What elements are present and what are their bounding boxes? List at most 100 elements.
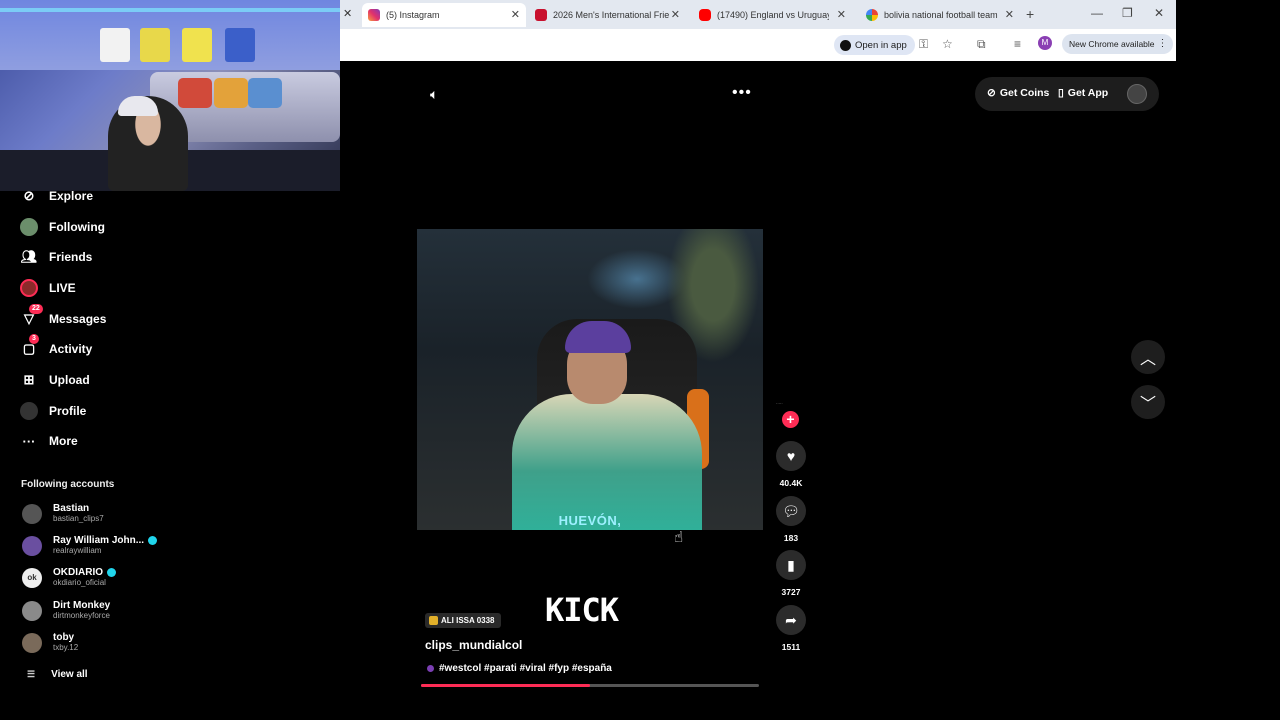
webcam-overlay: [0, 0, 340, 191]
activity-badge: 3: [29, 334, 39, 344]
browser-chrome: ✕ (5) Instagram ✕ 2026 Men's Internation…: [340, 0, 1176, 61]
browser-toolbar: Open in app ⚿ ☆ ⧉ ≡ M New Chrome availab…: [340, 29, 1176, 61]
following-accounts-title: Following accounts: [21, 479, 115, 490]
live-avatar-icon: [20, 279, 38, 297]
comment-icon: 💬︎: [776, 496, 806, 526]
tab-strip: ✕ (5) Instagram ✕ 2026 Men's Internation…: [340, 0, 1176, 29]
messages-badge: 22: [29, 304, 43, 314]
video-progress-bar[interactable]: [421, 684, 759, 687]
tab-google[interactable]: bolivia national football team ✕: [860, 3, 1020, 27]
tab-instagram[interactable]: (5) Instagram ✕: [362, 3, 526, 27]
close-icon[interactable]: ✕: [343, 7, 352, 20]
comment-count: 183: [783, 533, 799, 543]
share-button[interactable]: ➦ 1511: [775, 605, 807, 652]
more-options-icon[interactable]: •••: [732, 84, 752, 102]
chevron-up-icon: ︿: [1139, 351, 1156, 368]
open-in-app-button[interactable]: Open in app: [834, 35, 915, 55]
kebab-menu-icon[interactable]: ⋮: [1158, 34, 1168, 54]
youtube-icon: [699, 9, 711, 21]
verified-icon: [148, 536, 158, 545]
profile-avatar[interactable]: M: [1038, 36, 1052, 50]
new-chrome-available-button[interactable]: New Chrome available ⋮: [1062, 34, 1173, 54]
coin-icon: ⊘: [987, 87, 996, 99]
sidebar-item-upload[interactable]: ⊞ Upload: [20, 371, 90, 389]
save-count: 3727: [781, 587, 801, 597]
sidebar-item-more[interactable]: ··· More: [20, 432, 78, 450]
new-tab-icon[interactable]: +: [1026, 6, 1034, 22]
list-icon: ☰: [27, 669, 36, 679]
video-caption[interactable]: #westcol #parati #viral #fyp #españa: [427, 663, 612, 674]
sidebar-item-activity[interactable]: ▢ 3 Activity: [20, 334, 92, 358]
extensions-icon[interactable]: ⧉: [977, 37, 986, 52]
following-account[interactable]: toby txby.12: [22, 632, 78, 653]
heart-icon: ♥: [776, 441, 806, 471]
next-video-button[interactable]: ﹀: [1131, 385, 1165, 419]
friends-icon: 👥︎: [20, 249, 38, 264]
avatar: [22, 632, 42, 653]
avatar: [22, 535, 42, 556]
like-count: 40.4K: [779, 478, 803, 488]
sidebar-item-following[interactable]: Following: [20, 218, 105, 236]
following-account[interactable]: ok OKDIARIO okdiario_oficial: [22, 567, 116, 588]
like-button[interactable]: ♥ 40.4K: [775, 441, 807, 488]
tab-friendlies[interactable]: 2026 Men's International Frien ✕: [530, 3, 686, 27]
password-key-icon[interactable]: ⚿: [919, 37, 928, 52]
comment-button[interactable]: 💬︎ 183: [775, 496, 807, 543]
bookmark-star-icon[interactable]: ☆: [942, 37, 953, 51]
more-dots-icon: ···: [22, 433, 36, 449]
instagram-icon: [368, 9, 380, 21]
avatar: [22, 600, 42, 621]
restore-icon[interactable]: ❐: [1122, 6, 1133, 20]
top-actions: ⊘ Get Coins ▯ Get App: [975, 77, 1159, 111]
close-icon[interactable]: ✕: [671, 8, 680, 21]
tab-youtube[interactable]: (17490) England vs Uruguay 1 ✕: [694, 3, 852, 27]
sidebar-item-live[interactable]: LIVE: [20, 279, 76, 297]
google-icon: [866, 9, 878, 21]
profile-avatar[interactable]: [1127, 84, 1147, 104]
creator-label: ·····: [776, 401, 783, 406]
window-close-icon[interactable]: ✕: [1154, 6, 1164, 20]
video-subtitle: HUEVÓN,: [558, 513, 622, 528]
video-author[interactable]: clips_mundialcol: [425, 638, 522, 652]
previous-video-button[interactable]: ︿: [1131, 340, 1165, 374]
minimize-icon[interactable]: —: [1091, 6, 1103, 20]
video-player[interactable]: HUEVÓN,: [417, 229, 763, 530]
caption-icon: [427, 665, 434, 672]
mouse-cursor-icon: ☝︎: [674, 529, 684, 546]
close-icon[interactable]: ✕: [511, 8, 520, 21]
inbox-icon: ▢ 3: [20, 334, 39, 358]
upload-plus-icon: ⊞: [23, 372, 35, 387]
avatar: ok: [22, 567, 42, 588]
phone-icon: ▯: [1058, 87, 1064, 99]
bookmark-icon: ▮: [776, 550, 806, 580]
tiktok-icon: [840, 39, 851, 51]
share-count: 1511: [781, 642, 801, 652]
news-icon: [535, 9, 547, 21]
sidebar-item-messages[interactable]: ▽ 22 Messages: [20, 304, 106, 328]
progress-fill: [421, 684, 590, 687]
close-icon[interactable]: ✕: [837, 8, 846, 21]
following-avatar-icon: [20, 218, 38, 236]
save-button[interactable]: ▮ 3727: [775, 550, 807, 597]
following-account[interactable]: Ray William John... realraywilliam: [22, 535, 158, 556]
volume-icon[interactable]: 🔈︎: [430, 86, 438, 103]
sidebar-item-profile[interactable]: Profile: [20, 402, 86, 420]
kick-watermark: KICK: [545, 591, 619, 629]
reading-list-icon[interactable]: ≡: [1014, 37, 1021, 51]
get-coins-button[interactable]: ⊘ Get Coins: [987, 87, 1049, 99]
following-account[interactable]: Bastian bastian_clips7: [22, 503, 104, 524]
share-icon: ➦: [776, 605, 806, 635]
profile-avatar-icon: [20, 402, 38, 420]
close-icon[interactable]: ✕: [1005, 8, 1014, 21]
get-app-button[interactable]: ▯ Get App: [1058, 87, 1108, 99]
avatar: [22, 503, 42, 524]
verified-icon: [107, 568, 116, 577]
video-chip[interactable]: ALI ISSA 0338: [425, 613, 501, 628]
view-all-button[interactable]: ☰ View all: [27, 669, 88, 680]
following-account[interactable]: Dirt Monkey dirtmonkeyforce: [22, 600, 110, 621]
chevron-down-icon: ﹀: [1139, 396, 1156, 413]
follow-plus-button[interactable]: +: [782, 411, 799, 428]
send-icon: ▽ 22: [20, 304, 43, 328]
sidebar-item-friends[interactable]: 👥︎ Friends: [20, 248, 93, 266]
chip-icon: [429, 616, 438, 625]
